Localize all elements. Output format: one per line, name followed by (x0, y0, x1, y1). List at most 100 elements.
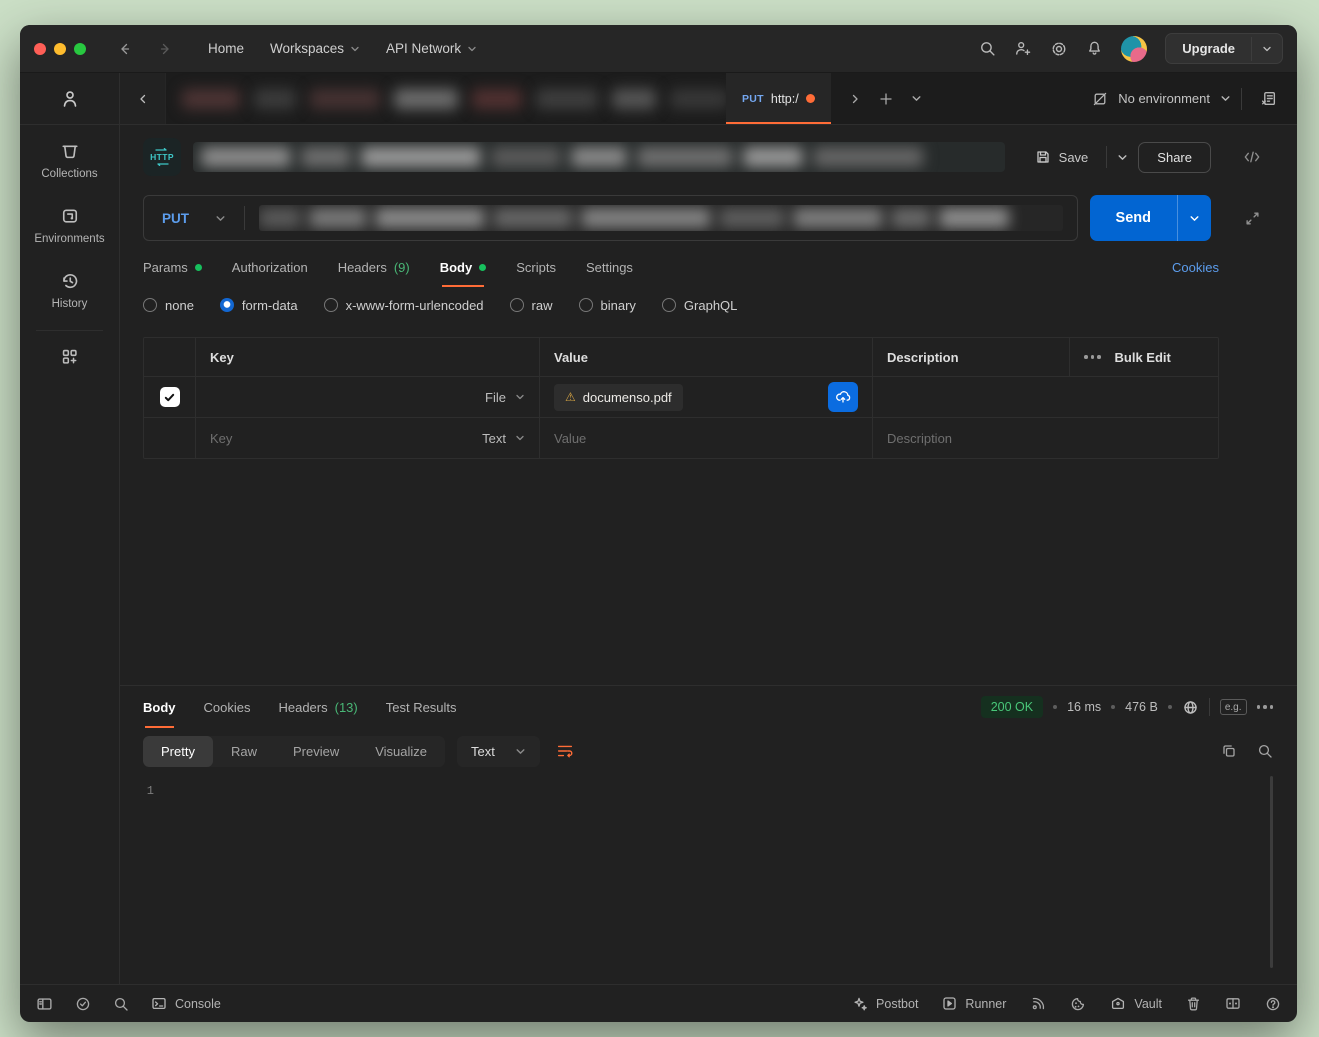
save-options-chevron-icon[interactable] (1117, 152, 1128, 163)
back-arrow-icon[interactable] (110, 34, 140, 64)
cookies-icon[interactable] (1070, 996, 1086, 1012)
view-pretty[interactable]: Pretty (143, 736, 213, 767)
upgrade-dropdown-chevron-icon[interactable] (1251, 37, 1282, 61)
network-globe-icon[interactable] (1182, 699, 1199, 716)
find-icon[interactable] (113, 996, 129, 1012)
sidebar-user-icon[interactable] (20, 73, 119, 125)
wrap-lines-icon[interactable] (556, 743, 574, 759)
environment-chevron-icon[interactable] (1220, 93, 1231, 104)
view-visualize[interactable]: Visualize (357, 736, 445, 767)
vault-button[interactable]: Vault (1110, 996, 1162, 1011)
radio-raw[interactable]: raw (510, 298, 553, 313)
response-tab-body[interactable]: Body (143, 686, 176, 728)
active-request-tab[interactable]: PUT http:/ (726, 73, 831, 124)
notifications-bell-icon[interactable] (1086, 40, 1103, 57)
response-scrollbar[interactable] (1270, 776, 1273, 968)
bulk-edit-link[interactable]: Bulk Edit (1115, 350, 1171, 365)
help-icon[interactable] (1265, 996, 1281, 1012)
value-input[interactable]: Value (540, 418, 873, 458)
tab-headers[interactable]: Headers(9) (338, 247, 410, 287)
type-dropdown-file[interactable]: File (485, 390, 525, 405)
tab-scripts[interactable]: Scripts (516, 247, 556, 287)
trash-icon[interactable] (1186, 996, 1201, 1012)
new-tab-plus-icon[interactable] (879, 92, 893, 106)
toggle-sidebar-icon[interactable] (36, 996, 53, 1012)
save-button[interactable]: Save (1027, 143, 1097, 171)
value-cell[interactable]: ⚠ documenso.pdf (540, 377, 873, 417)
response-tab-cookies[interactable]: Cookies (204, 686, 251, 728)
response-time[interactable]: 16 ms (1067, 700, 1101, 714)
radio-binary[interactable]: binary (579, 298, 636, 313)
format-dropdown[interactable]: Text (457, 736, 540, 767)
redacted-open-tabs[interactable] (166, 73, 726, 124)
forward-arrow-icon[interactable] (150, 34, 180, 64)
response-tab-headers[interactable]: Headers(13) (278, 686, 357, 728)
table-options-icon[interactable] (1084, 355, 1101, 359)
response-options-icon[interactable] (1257, 705, 1274, 709)
sidebar-item-history[interactable]: History (20, 255, 119, 320)
user-avatar[interactable] (1121, 36, 1147, 62)
type-dropdown-text[interactable]: Text (482, 431, 525, 446)
view-raw[interactable]: Raw (213, 736, 275, 767)
row-checkbox-checked[interactable] (160, 387, 180, 407)
radio-graphql[interactable]: GraphQL (662, 298, 737, 313)
request-url-row: PUT (120, 189, 1297, 247)
sidebar-more-tools-icon[interactable] (20, 331, 119, 382)
send-options-chevron-icon[interactable] (1177, 195, 1211, 241)
radio-form-data[interactable]: form-data (220, 298, 298, 313)
nav-workspaces[interactable]: Workspaces (270, 41, 360, 56)
file-chip[interactable]: ⚠ documenso.pdf (554, 384, 683, 411)
environment-quick-look-icon[interactable] (1252, 90, 1285, 107)
tab-settings[interactable]: Settings (586, 247, 633, 287)
radio-x-www-form-urlencoded[interactable]: x-www-form-urlencoded (324, 298, 484, 313)
request-tab-strip: PUT http:/ (120, 73, 1297, 125)
save-as-example-icon[interactable]: e.g. (1220, 699, 1247, 715)
runner-button[interactable]: Runner (942, 996, 1006, 1011)
postbot-button[interactable]: Postbot (852, 996, 918, 1012)
copy-response-icon[interactable] (1221, 743, 1237, 759)
nav-home[interactable]: Home (208, 41, 244, 56)
sidebar-item-environments[interactable]: Environments (20, 190, 119, 255)
view-preview[interactable]: Preview (275, 736, 357, 767)
description-cell[interactable] (873, 377, 1218, 417)
share-button[interactable]: Share (1138, 142, 1211, 173)
key-input[interactable]: Key Text (196, 418, 540, 458)
split-pane-icon[interactable] (1225, 996, 1241, 1011)
send-button[interactable]: Send (1090, 195, 1177, 241)
search-response-icon[interactable] (1257, 743, 1273, 759)
maximize-window-button[interactable] (74, 43, 86, 55)
radio-none[interactable]: none (143, 298, 194, 313)
tab-scroll-left-icon[interactable] (120, 73, 166, 124)
tab-params[interactable]: Params (143, 247, 202, 287)
close-window-button[interactable] (34, 43, 46, 55)
upgrade-button[interactable]: Upgrade (1166, 34, 1251, 63)
environment-selector[interactable]: No environment (1118, 91, 1210, 106)
response-body-viewer[interactable]: 1 (120, 774, 1297, 984)
console-button[interactable]: Console (151, 996, 221, 1011)
key-cell[interactable]: File (196, 377, 540, 417)
redacted-request-url[interactable] (259, 205, 1063, 231)
upload-file-icon[interactable] (828, 382, 858, 412)
method-dropdown[interactable]: PUT (144, 211, 244, 226)
capture-requests-icon[interactable] (1030, 996, 1046, 1012)
code-snippet-icon[interactable] (1223, 149, 1281, 165)
redacted-request-name[interactable] (193, 142, 1005, 172)
url-bar[interactable]: PUT (143, 195, 1078, 241)
status-badge[interactable]: 200 OK (981, 696, 1043, 718)
tab-scroll-right-icon[interactable] (849, 93, 861, 105)
invite-user-icon[interactable] (1014, 40, 1032, 57)
minimize-window-button[interactable] (54, 43, 66, 55)
tab-options-chevron-icon[interactable] (911, 93, 922, 104)
status-check-icon[interactable] (75, 996, 91, 1012)
description-input[interactable]: Description (873, 418, 1218, 458)
settings-gear-icon[interactable] (1050, 40, 1068, 58)
cookies-link[interactable]: Cookies (1172, 260, 1219, 275)
tab-authorization[interactable]: Authorization (232, 247, 308, 287)
nav-api-network[interactable]: API Network (386, 41, 477, 56)
tab-body[interactable]: Body (440, 247, 487, 287)
sidebar-item-collections[interactable]: Collections (20, 125, 119, 190)
search-icon[interactable] (979, 40, 996, 57)
response-tab-test-results[interactable]: Test Results (386, 686, 457, 728)
expand-pane-icon[interactable] (1223, 211, 1281, 226)
response-size[interactable]: 476 B (1125, 700, 1158, 714)
